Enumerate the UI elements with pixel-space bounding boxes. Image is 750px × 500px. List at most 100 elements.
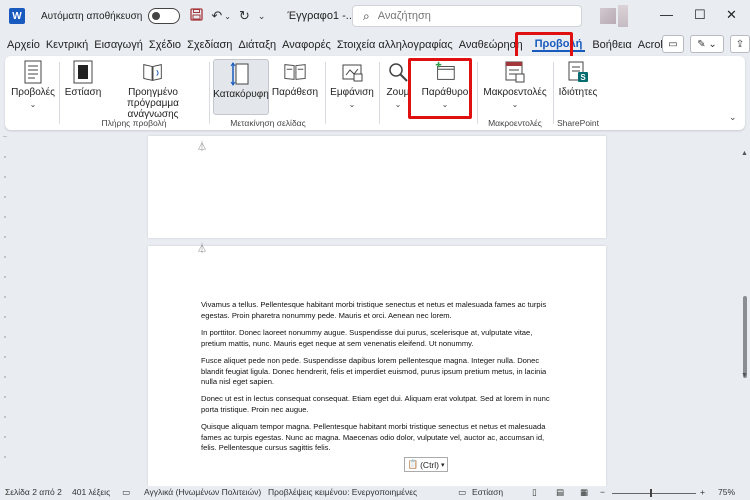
menu-design[interactable]: Σχεδίαση: [184, 39, 235, 51]
immersive-reader-button[interactable]: Προηγμένο πρόγραμμα ανάγνωσης: [101, 60, 205, 120]
svg-text:S: S: [580, 73, 586, 82]
menu-home[interactable]: Κεντρική: [43, 39, 91, 51]
maximize-button[interactable]: ☐: [694, 7, 706, 23]
paragraph[interactable]: Fusce aliquet pede non pede. Suspendisse…: [201, 356, 556, 388]
ribbon-separator: [379, 62, 380, 124]
zoom-in-icon[interactable]: +: [700, 487, 705, 497]
autosave-label: Αυτόματη αποθήκευση: [41, 10, 143, 22]
paragraph[interactable]: Donec ut est in lectus consequat consequ…: [201, 394, 556, 415]
search-input[interactable]: [377, 10, 558, 22]
paste-options-button[interactable]: 📋 (Ctrl) ▾: [404, 457, 448, 472]
zoom-slider-thumb[interactable]: [650, 489, 652, 497]
side-by-side-icon: [283, 60, 307, 84]
web-layout-icon[interactable]: ▦: [580, 487, 588, 498]
vertical-button[interactable]: Κατακόρυφη: [213, 59, 269, 115]
avatar[interactable]: [600, 8, 616, 24]
vertical-scrollbar[interactable]: ▲ ▼: [740, 136, 750, 486]
page-1[interactable]: [148, 136, 606, 238]
avatar-secondary: [618, 5, 628, 27]
ribbon-separator: [325, 62, 326, 124]
paragraph[interactable]: Quisque aliquam tempor magna. Pellentesq…: [201, 422, 556, 454]
macros-button[interactable]: Μακροεντολές ⌄: [479, 60, 551, 110]
close-button[interactable]: ✕: [726, 7, 737, 23]
focus-mode-icon[interactable]: ▭: [458, 487, 466, 498]
scrollbar-thumb[interactable]: [743, 296, 747, 378]
language-status[interactable]: Αγγλικά (Ηνωμένων Πολιτειών): [144, 487, 261, 497]
undo-dropdown-icon[interactable]: ⌄: [224, 12, 231, 21]
ribbon-separator: [59, 62, 60, 124]
page-views-icon: [21, 60, 45, 84]
customize-qat-icon[interactable]: ⌄: [258, 11, 266, 22]
read-mode-icon[interactable]: ▯: [532, 487, 537, 498]
ruler-marker[interactable]: ⏃: [197, 138, 207, 153]
vertical-ruler[interactable]: [0, 135, 10, 486]
pencil-icon: ✎ ⌄: [697, 38, 717, 50]
focus-button[interactable]: Εστίαση: [63, 60, 103, 98]
menu-layout[interactable]: Διάταξη: [235, 39, 279, 51]
menu-references[interactable]: Αναφορές: [279, 39, 334, 51]
ribbon-separator: [209, 62, 210, 124]
menu-mailings[interactable]: Στοιχεία αλληλογραφίας: [334, 39, 456, 51]
group-label-macros: Μακροεντολές: [488, 118, 542, 128]
show-button[interactable]: Εμφάνιση ⌄: [329, 60, 375, 110]
menu-draw[interactable]: Σχέδιο: [146, 39, 184, 51]
search-box[interactable]: ⌕: [352, 5, 582, 27]
zoom-level[interactable]: 75%: [718, 487, 735, 497]
chevron-down-icon: ⌄: [394, 100, 402, 109]
sharepoint-properties-icon: S: [566, 60, 590, 84]
clipboard-icon: 📋: [407, 459, 419, 469]
ribbon: Προβολές ⌄ Εστίαση Προηγμένο πρόγραμμα α…: [5, 56, 745, 130]
vertical-scroll-icon: [229, 62, 253, 86]
share-button[interactable]: ⇪: [730, 35, 750, 53]
page-count[interactable]: Σελίδα 2 από 2: [5, 487, 62, 497]
comment-icon: ▭: [668, 38, 678, 50]
scroll-down-icon[interactable]: ▼: [741, 372, 748, 379]
proofing-icon[interactable]: ▭: [122, 487, 130, 498]
save-icon[interactable]: [190, 8, 204, 24]
word-logo-icon: W: [9, 8, 25, 24]
magnifier-icon: [386, 60, 410, 84]
chevron-down-icon: ▾: [440, 461, 445, 469]
status-bar: Σελίδα 2 από 2 401 λέξεις ▭ Αγγλικά (Ηνω…: [0, 486, 750, 500]
print-layout-icon[interactable]: ▤: [556, 487, 564, 498]
comments-button[interactable]: ▭: [662, 35, 684, 53]
zoom-slider[interactable]: [612, 493, 696, 494]
chevron-down-icon: ⌄: [348, 100, 356, 109]
redo-icon[interactable]: ↻: [239, 8, 250, 24]
undo-icon[interactable]: ↶: [211, 8, 222, 24]
paragraph[interactable]: In porttitor. Donec laoreet nonummy augu…: [201, 328, 556, 349]
group-label-page-movement: Μετακίνηση σελίδας: [230, 118, 306, 128]
autosave-toggle[interactable]: [148, 8, 181, 24]
properties-button[interactable]: S Ιδιότητες: [555, 60, 601, 98]
group-label-sharepoint: SharePoint: [556, 118, 600, 128]
menu-bar: Αρχείο Κεντρική Εισαγωγή Σχέδιο Σχεδίαση…: [0, 34, 750, 56]
side-by-side-button[interactable]: Παράθεση: [271, 60, 319, 98]
scroll-up-icon[interactable]: ▲: [741, 150, 748, 157]
menu-insert[interactable]: Εισαγωγή: [91, 39, 146, 51]
editing-button[interactable]: ✎ ⌄: [690, 35, 724, 53]
share-icon: ⇪: [735, 38, 745, 50]
zoom-out-icon[interactable]: −: [600, 487, 605, 497]
ruler-marker[interactable]: ⏃: [197, 240, 207, 255]
word-count[interactable]: 401 λέξεις: [72, 487, 110, 497]
text-predictions-status[interactable]: Προβλέψεις κειμένου: Ενεργοποιημένες: [268, 487, 417, 497]
focus-icon: [71, 60, 95, 84]
views-button[interactable]: Προβολές ⌄: [11, 60, 55, 110]
ribbon-separator: [553, 62, 554, 124]
macros-icon: [503, 60, 527, 84]
window-button-highlight: [408, 58, 472, 119]
ribbon-right-tools: ▭ ✎ ⌄ ⇪: [662, 35, 750, 53]
search-icon: ⌕: [363, 8, 370, 23]
collapse-ribbon-icon[interactable]: ⌄: [729, 112, 737, 123]
document-title[interactable]: Έγγραφο1 -...: [287, 10, 355, 22]
focus-mode-label[interactable]: Εστίαση: [472, 487, 503, 497]
chevron-down-icon: ⌄: [29, 100, 37, 109]
show-ruler-icon: [340, 60, 364, 84]
chevron-down-icon: ⌄: [511, 100, 519, 109]
menu-help[interactable]: Βοήθεια: [589, 39, 634, 51]
ribbon-separator: [477, 62, 478, 124]
minimize-button[interactable]: —: [660, 7, 673, 22]
menu-file[interactable]: Αρχείο: [4, 39, 43, 51]
paragraph[interactable]: Vivamus a tellus. Pellentesque habitant …: [201, 300, 556, 321]
group-label-immersive: Πλήρης προβολή: [101, 118, 167, 128]
